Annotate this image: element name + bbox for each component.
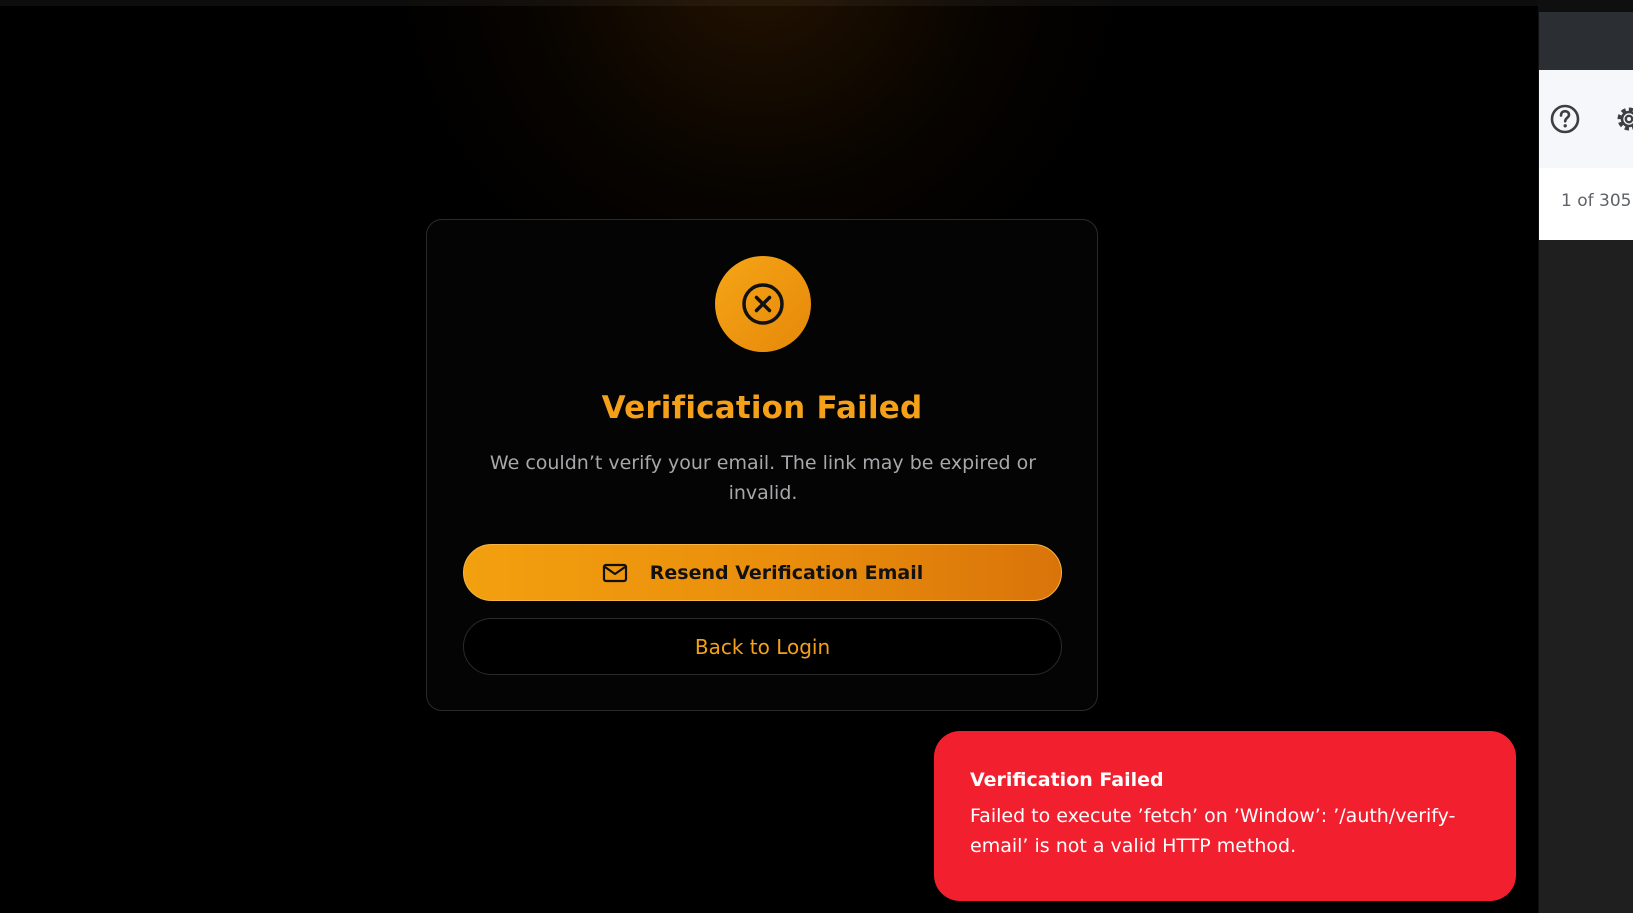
side-panel-tab-strip <box>1539 12 1633 70</box>
browser-side-panel: 1 of 305 <box>1538 0 1633 913</box>
toast-message: Failed to execute ’fetch’ on ’Window’: ’… <box>970 805 1456 857</box>
back-to-login-button[interactable]: Back to Login <box>463 618 1062 675</box>
side-panel-toolbar <box>1539 70 1633 168</box>
side-panel-top-edge <box>1539 0 1633 12</box>
toast-title: Verification Failed <box>970 769 1164 791</box>
card-message: We couldn’t verify your email. The link … <box>489 452 1037 504</box>
x-circle-icon <box>715 256 811 352</box>
side-panel-header: 1 of 305 <box>1539 70 1633 240</box>
app-viewport: Verification Failed We couldn’t verify y… <box>0 0 1538 913</box>
card-title: Verification Failed <box>601 390 923 426</box>
verification-card: Verification Failed We couldn’t verify y… <box>426 219 1098 711</box>
back-button-label: Back to Login <box>694 634 831 659</box>
mail-icon <box>602 563 628 583</box>
pagination-count: 1 of 305 <box>1561 191 1632 211</box>
gear-icon[interactable] <box>1613 103 1633 135</box>
help-circle-icon[interactable] <box>1549 103 1581 135</box>
resend-button-label: Resend Verification Email <box>649 561 924 584</box>
resend-verification-button[interactable]: Resend Verification Email <box>463 544 1062 601</box>
error-toast: Verification Failed Failed to execute ’f… <box>934 731 1516 901</box>
side-panel-body <box>1539 240 1633 913</box>
